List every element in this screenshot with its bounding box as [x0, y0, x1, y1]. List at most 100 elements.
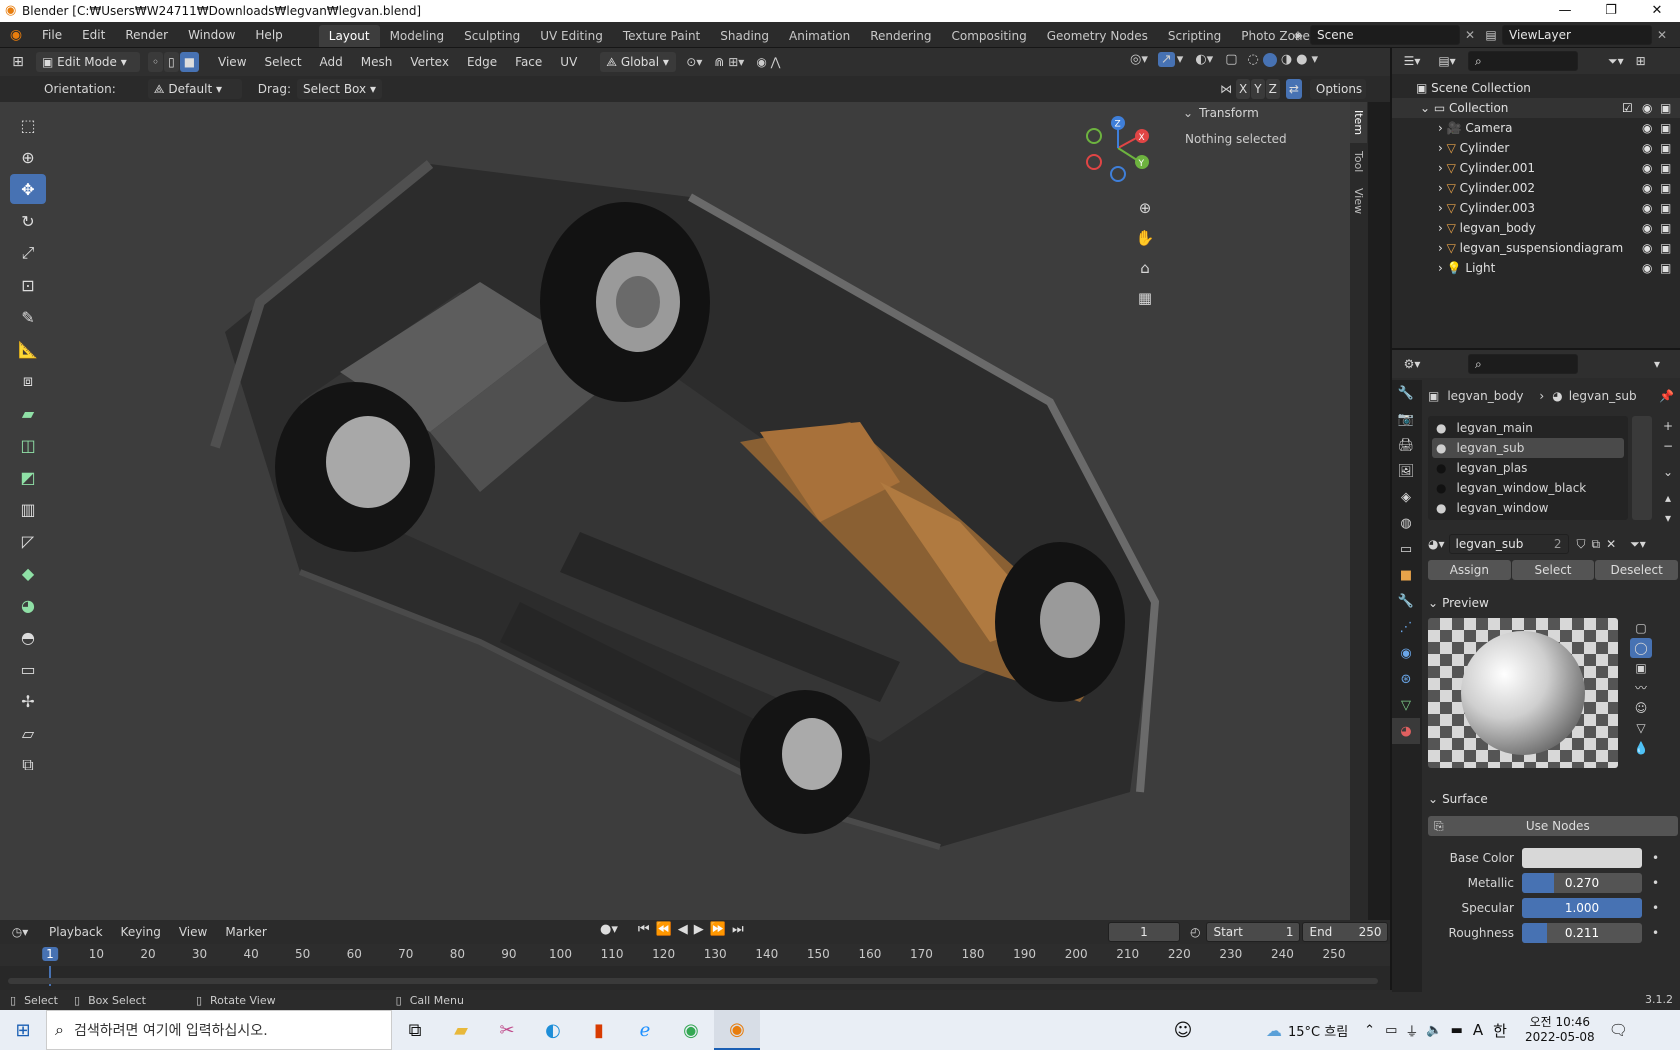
menu-edit[interactable]: Edit	[72, 22, 115, 48]
viewlayer-field[interactable]: ViewLayer	[1502, 25, 1652, 45]
edge-select-icon[interactable]: ▯	[164, 52, 179, 72]
roughness-slider[interactable]: 0.211	[1522, 923, 1642, 943]
perspective-grid-icon[interactable]: ▦	[1131, 284, 1159, 314]
visibility-icon[interactable]: ◎▾	[1130, 52, 1148, 67]
surface-panel-header[interactable]: ⌄ Surface	[1428, 788, 1678, 810]
inset-icon[interactable]: ◫	[10, 430, 46, 460]
maximize-button[interactable]: ❐	[1588, 0, 1634, 22]
menu-file[interactable]: File	[32, 22, 72, 48]
ime-hangul-indicator[interactable]: 한	[1493, 1020, 1507, 1041]
roughness-keyframe-icon[interactable]: •	[1652, 926, 1659, 940]
spin-icon[interactable]: ◕	[10, 590, 46, 620]
add-cube-icon[interactable]: ⧈	[10, 366, 46, 396]
smooth-icon[interactable]: ◓	[10, 622, 46, 652]
chrome-icon[interactable]: ◉	[668, 1010, 714, 1050]
menu-render[interactable]: Render	[115, 22, 178, 48]
tab-tool[interactable]: Tool	[1350, 143, 1367, 180]
scene-close-icon[interactable]: ✕	[1460, 28, 1480, 42]
expand-chevron-icon[interactable]: ⌄	[1420, 101, 1434, 115]
data-tab-icon[interactable]: ▽	[1392, 692, 1420, 718]
material-slot[interactable]: ● legvan_main	[1432, 418, 1624, 438]
shear-icon[interactable]: ▱	[10, 718, 46, 748]
collection-render-icon[interactable]: ▣	[1660, 98, 1671, 118]
expand-arrow-icon[interactable]: ›	[1438, 261, 1447, 275]
outliner-row[interactable]: › ▽ Cylinder ◉ ▣	[1392, 138, 1680, 158]
base-color-swatch[interactable]	[1522, 848, 1642, 868]
bevel-icon[interactable]: ◩	[10, 462, 46, 492]
slot-specials-icon[interactable]: ⌄	[1658, 462, 1678, 482]
preview-cloth-icon[interactable]: ▽	[1630, 718, 1652, 738]
tab-modeling[interactable]: Modeling	[380, 25, 455, 47]
editor-type-icon[interactable]: ⊞	[0, 54, 36, 70]
transform-section-label[interactable]: Transform	[1199, 106, 1259, 120]
material-slot-list[interactable]: ● legvan_main ● legvan_sub ● legvan_plas ● legv…	[1428, 416, 1628, 520]
minimize-button[interactable]: —	[1542, 0, 1588, 22]
extrude-icon[interactable]: ▰	[10, 398, 46, 428]
properties-search-input[interactable]: ⌕	[1468, 354, 1578, 374]
taskbar-clock[interactable]: 오전 10:46 2022-05-08	[1525, 1015, 1595, 1045]
weather-text[interactable]: 15°C 흐림	[1288, 1021, 1348, 1040]
tray-chevron-icon[interactable]: ⌃	[1364, 1023, 1375, 1038]
office-icon[interactable]: ▮	[576, 1010, 622, 1050]
timeline-scrollbar[interactable]	[8, 978, 1378, 984]
material-name-field[interactable]: legvan_sub 2	[1448, 534, 1569, 554]
collection-visibility-icon[interactable]: ◉	[1642, 98, 1652, 118]
clock-icon[interactable]: ◴	[1190, 925, 1200, 939]
gizmo-dropdown-icon[interactable]: ▾	[1177, 52, 1184, 67]
visibility-eye-icon[interactable]: ◉	[1642, 218, 1652, 238]
move-icon[interactable]: ✥	[10, 174, 46, 204]
menu-help[interactable]: Help	[245, 22, 292, 48]
display-mode-icon[interactable]: ▤▾	[1432, 54, 1462, 68]
rendered-shading-icon[interactable]: ●	[1296, 52, 1307, 67]
timeline-menu-playback[interactable]: Playback	[40, 919, 112, 945]
proportional-edit-icon[interactable]: ◉ ⋀	[756, 55, 780, 69]
viewlayer-close-icon[interactable]: ✕	[1652, 28, 1672, 42]
start-frame-field[interactable]: Start 1	[1206, 922, 1301, 942]
play-icon[interactable]: ▶	[694, 922, 704, 937]
expand-arrow-icon[interactable]: ›	[1438, 181, 1447, 195]
scene-field[interactable]: Scene	[1310, 25, 1460, 45]
pin-icon[interactable]: 📌	[1659, 389, 1674, 403]
play-reverse-icon[interactable]: ◀	[678, 922, 688, 937]
viewport-menu-select[interactable]: Select	[256, 49, 311, 75]
render-camera-icon[interactable]: ▣	[1660, 238, 1671, 258]
add-slot-icon[interactable]: +	[1658, 416, 1678, 436]
tab-sculpting[interactable]: Sculpting	[454, 25, 530, 47]
tab-view[interactable]: View	[1350, 180, 1367, 222]
tool-tab-icon[interactable]: 🔧	[1392, 380, 1420, 406]
network-icon[interactable]: ▭	[1385, 1023, 1397, 1038]
jump-start-icon[interactable]: ⏮	[638, 922, 650, 937]
usb-icon[interactable]: ⏚	[1405, 1021, 1418, 1040]
outliner-editor-icon[interactable]: ☰▾	[1392, 54, 1432, 68]
select-button[interactable]: Select	[1511, 560, 1595, 580]
snap-icon[interactable]: ⋒ ⊞▾	[714, 55, 744, 69]
render-camera-icon[interactable]: ▣	[1660, 178, 1671, 198]
expand-arrow-icon[interactable]: ›	[1438, 121, 1447, 135]
viewport-menu-edge[interactable]: Edge	[458, 49, 506, 75]
windows-start-icon[interactable]: ⊞	[0, 1010, 46, 1050]
collection-row[interactable]: ⌄ ▭ Collection ☑ ◉ ▣	[1392, 98, 1680, 118]
modifier-tab-icon[interactable]: 🔧	[1392, 588, 1420, 614]
timeline-menu-view[interactable]: View	[170, 919, 216, 945]
viewport-menu-view[interactable]: View	[209, 49, 255, 75]
scene-tab-icon[interactable]: ◈	[1392, 484, 1420, 510]
constraints-tab-icon[interactable]: ⊛	[1392, 666, 1420, 692]
snipping-tool-icon[interactable]: ✂	[484, 1010, 530, 1050]
render-camera-icon[interactable]: ▣	[1660, 218, 1671, 238]
render-camera-icon[interactable]: ▣	[1660, 138, 1671, 158]
new-collection-icon[interactable]: ⊞	[1636, 54, 1646, 68]
deselect-button[interactable]: Deselect	[1595, 560, 1679, 580]
material-slot[interactable]: ● legvan_plas	[1432, 458, 1624, 478]
timeline-menu-marker[interactable]: Marker	[216, 919, 275, 945]
scene-collection-row[interactable]: ▣ Scene Collection	[1392, 78, 1680, 98]
orientation-dropdown[interactable]: ⟁ Default ▾	[147, 79, 242, 99]
viewport-menu-face[interactable]: Face	[506, 49, 551, 75]
shading-dropdown-icon[interactable]: ▾	[1312, 52, 1319, 67]
render-camera-icon[interactable]: ▣	[1660, 158, 1671, 178]
visibility-eye-icon[interactable]: ◉	[1642, 198, 1652, 218]
world-tab-icon[interactable]: ◍	[1392, 510, 1420, 536]
options-dropdown[interactable]: Options ▾	[1309, 79, 1366, 116]
tab-uv-editing[interactable]: UV Editing	[530, 25, 613, 47]
visibility-eye-icon[interactable]: ◉	[1642, 158, 1652, 178]
notification-icon[interactable]: 🗨	[1609, 1021, 1628, 1039]
